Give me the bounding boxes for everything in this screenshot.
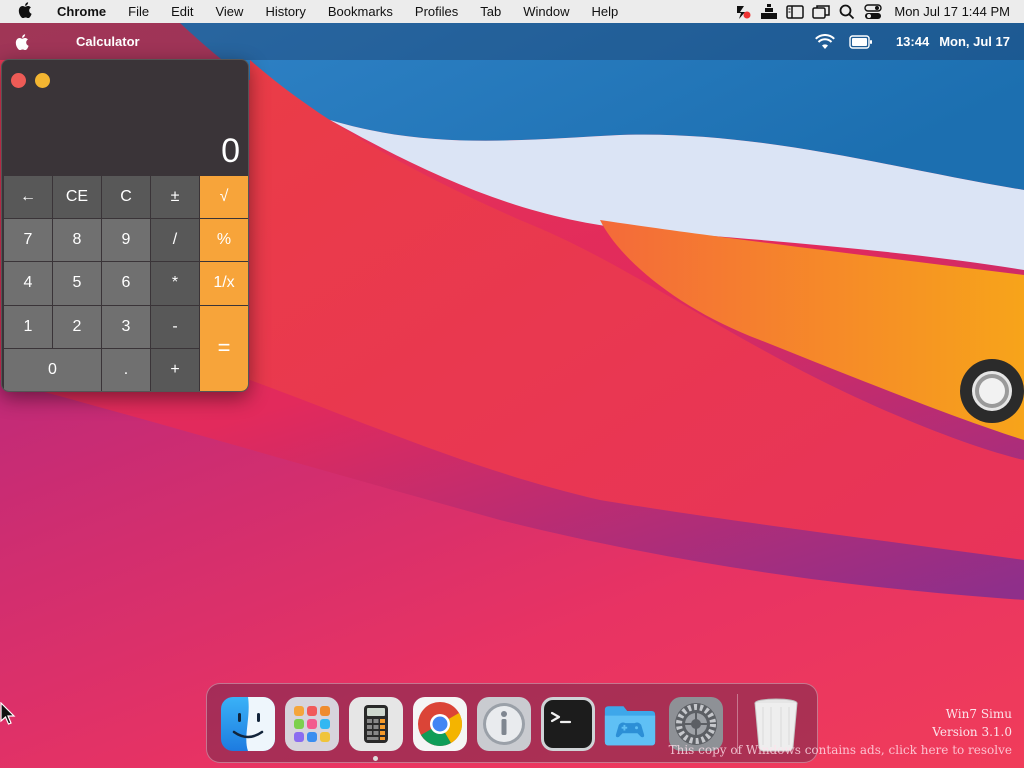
extension-status-icon[interactable] [730,0,756,23]
digit-6-key[interactable]: 6 [102,262,150,305]
running-indicator [373,756,378,761]
calculator-icon [349,697,403,751]
digit-7-key[interactable]: 7 [4,219,52,262]
dock-games-folder[interactable] [603,697,657,751]
extension-status-glyph [737,5,751,19]
info-icon [477,697,531,751]
calculator-window: 0 ← CE C ± √ 7 8 9 / % 4 5 6 * 1/x 1 2 3… [1,59,249,392]
equals-key[interactable]: = [200,305,248,391]
digit-8-key[interactable]: 8 [53,219,101,262]
apple-icon [15,33,29,50]
windows-overlap-glyph [812,4,831,19]
watermark-notice[interactable]: This copy of Windows contains ads, click… [669,741,1012,759]
reciprocal-key[interactable]: 1/x [200,262,248,305]
watermark-version: Version 3.1.0 [932,725,1012,739]
watermark-title: Win7 Simu [945,707,1012,721]
host-app-name[interactable]: Chrome [46,4,117,19]
menu-window[interactable]: Window [512,4,580,19]
windows-overlap-icon[interactable] [808,0,834,23]
gamepad-folder-icon [604,706,656,746]
stack-icon[interactable] [756,0,782,23]
plus-minus-key[interactable]: ± [151,176,199,219]
dock-finder[interactable] [221,697,275,751]
launchpad-icon [285,697,339,751]
backspace-key[interactable]: ← [4,176,52,219]
divide-key[interactable]: / [151,219,199,262]
clear-key[interactable]: C [102,176,150,219]
battery-icon[interactable] [846,23,876,60]
menu-profiles[interactable]: Profiles [404,4,469,19]
plus-key[interactable]: + [151,348,199,391]
sim-clock-time[interactable]: 13:44 [882,34,939,49]
host-clock[interactable]: Mon Jul 17 1:44 PM [886,4,1024,19]
menu-tab[interactable]: Tab [469,4,512,19]
square-root-key[interactable]: √ [200,176,248,219]
host-apple-menu[interactable] [0,2,46,21]
dock-launchpad[interactable] [285,697,339,751]
digit-0-key[interactable]: 0 [4,348,101,391]
close-window-button[interactable] [11,72,26,88]
digit-9-key[interactable]: 9 [102,219,150,262]
digit-4-key[interactable]: 4 [4,262,52,305]
sim-clock-date[interactable]: Mon, Jul 17 [939,34,1024,49]
stack-glyph [761,3,778,19]
menu-history[interactable]: History [254,4,316,19]
wifi-icon[interactable] [810,23,840,60]
sidebar-list-icon[interactable] [782,0,808,23]
multiply-key[interactable]: * [151,262,199,305]
dock-chrome[interactable] [413,697,467,751]
clear-entry-key[interactable]: CE [53,176,101,219]
dock-about[interactable] [477,697,531,751]
menu-file[interactable]: File [117,4,160,19]
minimize-window-button[interactable] [35,72,50,88]
spotlight-search-icon[interactable] [834,0,860,23]
menu-help[interactable]: Help [581,4,630,19]
apple-icon [18,2,32,19]
sim-menubar: Calculator 13:44 Mon, Jul 17 [0,23,1024,60]
finder-icon [221,697,275,751]
terminal-icon [541,697,595,751]
menu-view[interactable]: View [204,4,254,19]
assistive-touch-ring [972,371,1012,411]
digit-3-key[interactable]: 3 [102,305,150,348]
assistive-touch-core [979,378,1005,404]
dock-terminal[interactable] [541,697,595,751]
wifi-glyph [815,33,835,49]
dock-calculator[interactable] [349,697,403,751]
calculator-keypad: ← CE C ± √ 7 8 9 / % 4 5 6 * 1/x 1 2 3 -… [4,176,248,391]
percent-key[interactable]: % [200,219,248,262]
calculator-titlebar[interactable] [2,60,248,100]
control-center-icon[interactable] [860,0,886,23]
search-glyph [839,4,855,19]
sim-apple-menu[interactable] [0,23,44,60]
chrome-icon [413,697,467,751]
sim-app-name[interactable]: Calculator [44,34,140,49]
digit-5-key[interactable]: 5 [53,262,101,305]
activation-watermark[interactable]: Win7 Simu Version 3.1.0 This copy of Win… [669,705,1012,759]
minus-key[interactable]: - [151,305,199,348]
sidebar-list-glyph [786,4,805,19]
battery-glyph [849,34,872,49]
digit-2-key[interactable]: 2 [53,305,101,348]
host-menubar: Chrome File Edit View History Bookmarks … [0,0,1024,23]
menu-edit[interactable]: Edit [160,4,204,19]
mouse-cursor-icon [0,702,16,725]
digit-1-key[interactable]: 1 [4,305,52,348]
toggle-glyph [864,3,883,19]
calculator-display: 0 [221,132,240,170]
decimal-key[interactable]: . [102,348,150,391]
assistive-touch-button[interactable] [960,359,1024,423]
menu-bookmarks[interactable]: Bookmarks [317,4,404,19]
